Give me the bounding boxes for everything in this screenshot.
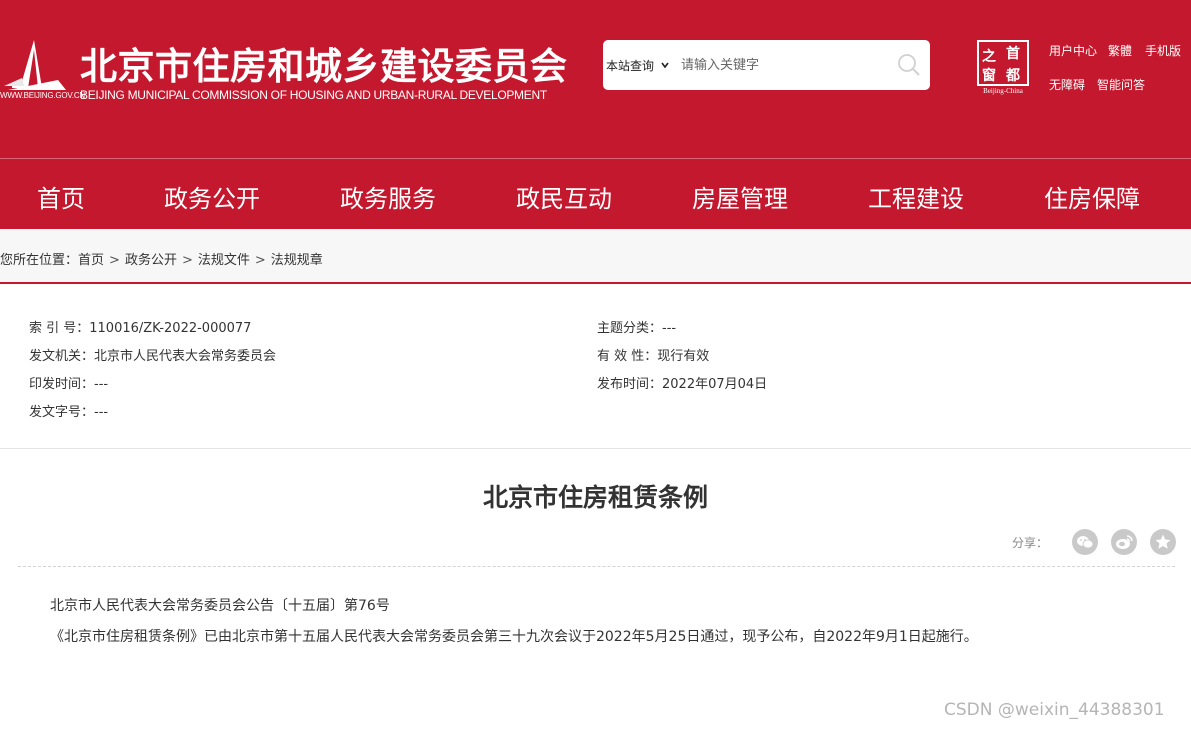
announcement-number: 北京市人民代表大会常务委员会公告〔十五届〕第76号 [50,598,390,614]
nav-government-affairs-disclosure[interactable]: 政务公开 [164,179,260,214]
nav-housing-management[interactable]: 房屋管理 [692,179,788,214]
nav-housing-security[interactable]: 住房保障 [1044,179,1140,214]
site-subtitle: BEIJING MUNICIPAL COMMISSION OF HOUSING … [80,88,547,102]
nav-government-services[interactable]: 政务服务 [340,179,436,214]
seal-caption: Beijing-China [983,87,1023,95]
chevron-down-icon [661,62,669,69]
weibo-icon[interactable] [1111,529,1137,555]
accessibility-link[interactable]: 无障碍 [1049,76,1085,93]
breadcrumb-bar: 您所在位置：首页 > 政务公开 > 法规文件 > 法规规章 [0,229,1191,284]
search-input[interactable] [681,52,881,78]
meta-document-number: 发文字号：--- [29,405,109,420]
meta-validity: 有 效 性：现行有效 [597,349,710,364]
nav-home[interactable]: 首页 [37,179,85,214]
search-scope-select[interactable]: 本站查询 [606,57,669,74]
wechat-icon[interactable] [1072,529,1098,555]
search-icon[interactable] [896,52,922,78]
seal-char: 窗 [982,68,996,84]
meta-publish-date: 发布时间：2022年07月04日 [597,377,768,392]
share-label: 分享： [1012,536,1049,550]
meta-print-date: 印发时间：--- [29,377,109,392]
main-nav: 首页 政务公开 政务服务 政民互动 房屋管理 工程建设 住房保障 [0,158,1191,229]
breadcrumb: 您所在位置：首页 > 政务公开 > 法规文件 > 法规规章 [0,249,323,268]
search-scope-label: 本站查询 [606,59,655,73]
seal-frame: 之 首 窗 都 [977,40,1029,86]
seal-char: 之 [982,49,996,65]
capital-window-seal[interactable]: 之 首 窗 都 Beijing-China [977,40,1029,98]
breadcrumb-government-affairs[interactable]: 政务公开 [125,253,177,268]
nav-engineering-construction[interactable]: 工程建设 [868,179,964,214]
seal-char: 都 [1006,68,1020,84]
meta-issuing-authority: 发文机关：北京市人民代表大会常务委员会 [29,349,277,364]
traditional-chinese-link[interactable]: 繁體 [1108,42,1132,59]
content-divider [18,566,1175,567]
beijing-tower-logo-icon[interactable] [0,36,70,98]
seal-char: 首 [1006,46,1020,62]
logo-url-text: WWW.BEIJING.GOV.CN [0,91,85,100]
csdn-watermark: CSDN @weixin_44388301 [944,700,1165,720]
document-metadata: 索 引 号：110016/ZK-2022-000077 主题分类：--- 发文机… [0,286,1191,449]
article-title: 北京市住房租赁条例 [482,483,708,512]
meta-index-number: 索 引 号：110016/ZK-2022-000077 [29,321,252,336]
site-title[interactable]: 北京市住房和城乡建设委员会 [80,36,568,90]
breadcrumb-rules[interactable]: 法规规章 [271,253,323,268]
breadcrumb-prefix: 您所在位置： [0,253,79,268]
breadcrumb-separator: > [254,253,266,268]
smart-qa-link[interactable]: 智能问答 [1097,76,1145,93]
favorite-star-icon[interactable] [1150,529,1176,555]
breadcrumb-separator: > [181,253,193,268]
announcement-body: 《北京市住房租赁条例》已由北京市第十五届人民代表大会常务委员会第三十九次会议于2… [50,629,978,645]
breadcrumb-separator: > [109,253,120,268]
search-box: 本站查询 [603,40,930,90]
meta-topic-category: 主题分类：--- [597,321,677,336]
breadcrumb-regulations[interactable]: 法规文件 [198,253,250,268]
mobile-version-link[interactable]: 手机版 [1145,42,1181,59]
breadcrumb-home[interactable]: 首页 [78,253,104,268]
user-center-link[interactable]: 用户中心 [1049,42,1097,59]
nav-public-interaction[interactable]: 政民互动 [516,179,612,214]
site-header: WWW.BEIJING.GOV.CN 北京市住房和城乡建设委员会 BEIJING… [0,0,1191,158]
